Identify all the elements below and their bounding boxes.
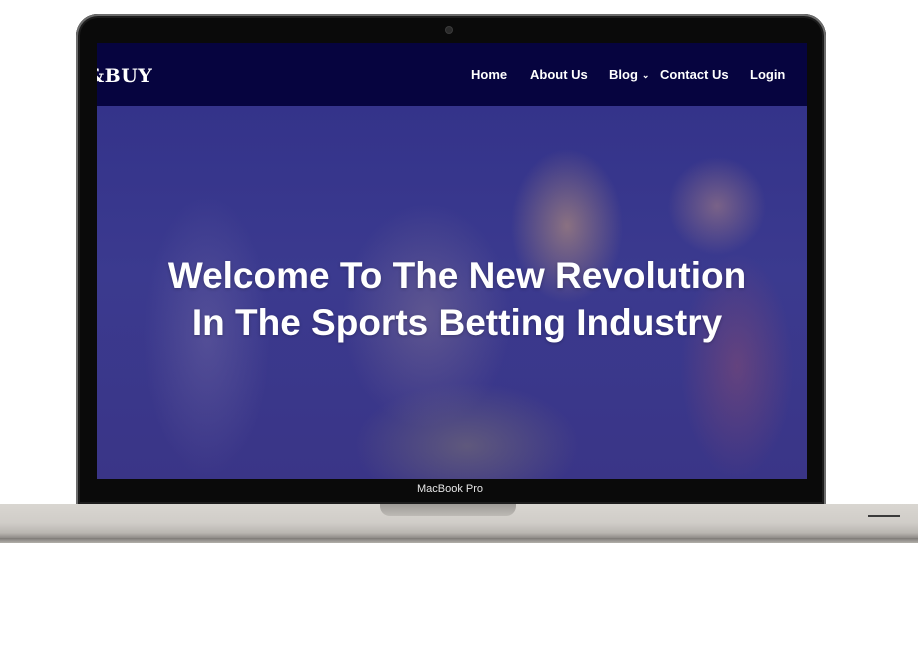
navbar: &BUY Home About Us Blog⌄ Contact Us Logi…	[97, 43, 807, 106]
nav-home[interactable]: Home	[471, 67, 507, 82]
base-slot	[868, 515, 900, 517]
nav-login[interactable]: Login	[750, 67, 785, 82]
website-screen: &BUY Home About Us Blog⌄ Contact Us Logi…	[97, 43, 807, 479]
nav-blog[interactable]: Blog ⌄	[609, 67, 649, 82]
chevron-down-icon: ⌄	[641, 70, 650, 80]
hero-title-line-2: In The Sports Betting Industry	[191, 302, 723, 343]
site-logo[interactable]: &BUY	[97, 65, 152, 87]
nav-about[interactable]: About Us	[530, 67, 588, 82]
hero-title-line-1: Welcome To The New Revolution	[167, 255, 747, 296]
nav-contact[interactable]: Contact Us	[660, 67, 729, 82]
camera-icon	[446, 27, 452, 33]
nav-blog-label: Blog	[609, 67, 638, 82]
laptop-base-edge	[0, 538, 918, 543]
laptop-notch	[380, 504, 516, 516]
hero-banner: Welcome To The New Revolution In The Spo…	[97, 106, 807, 479]
hero-title: Welcome To The New Revolution In The Spo…	[97, 252, 807, 346]
device-label: MacBook Pro	[416, 483, 484, 495]
